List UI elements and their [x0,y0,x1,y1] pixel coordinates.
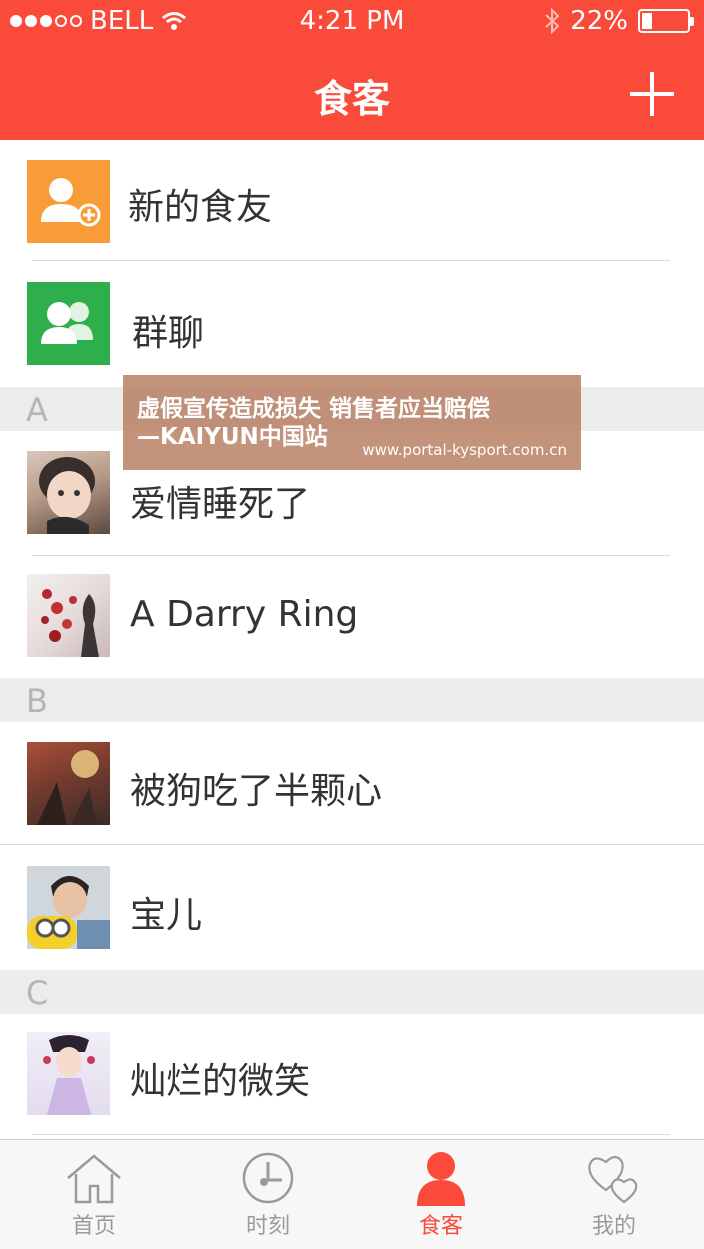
tab-label: 首页 [71,1214,116,1239]
tab-label: 食客 [418,1214,463,1239]
avatar [27,742,110,825]
group-chat-item[interactable]: 群聊 [0,266,704,387]
battery-percent: 22% [570,6,628,36]
contact-item[interactable]: 宝儿 [0,848,704,969]
watermark-banner: 虚假宣传造成损失 销售者应当赔偿 —KAIYUN中国站 www.portal-k… [123,375,581,470]
tab-bar: 首页 时刻 食客 我的 [0,1139,704,1249]
battery-icon [638,9,694,33]
tab-mine[interactable]: 我的 [526,1140,702,1249]
divider [32,1134,670,1135]
contact-name: 灿烂的微笑 [130,1061,311,1102]
watermark-line-2: —KAIYUN中国站 [137,424,328,450]
section-letter: C [26,974,49,1012]
status-right: 22% [544,6,694,36]
person-icon [417,1152,465,1206]
section-header-b: B [0,678,704,722]
home-icon [67,1154,121,1204]
section-letter: B [26,682,48,720]
contact-name: A Darry Ring [130,594,359,635]
page-title: 食客 [313,77,390,121]
hearts-icon [588,1155,638,1204]
tab-home[interactable]: 首页 [6,1140,182,1249]
group-icon [27,282,110,365]
avatar [27,866,110,949]
status-bar: BELL 4:21 PM 22% [0,0,704,44]
app-header: BELL 4:21 PM 22% 食客 [0,0,704,140]
new-friends-item[interactable]: 新的食友 [0,140,704,261]
contact-name: 被狗吃了半颗心 [130,771,383,812]
contact-item[interactable]: 被狗吃了半颗心 [0,724,704,845]
group-chat-label: 群聊 [132,313,205,354]
contact-item[interactable]: 灿烂的微笑 [0,1014,704,1135]
contact-name: 宝儿 [130,895,203,936]
tab-moments[interactable]: 时刻 [180,1140,356,1249]
avatar [27,1032,110,1115]
section-letter: A [26,391,48,429]
section-header-c: C [0,970,704,1014]
watermark-url: www.portal-kysport.com.cn [362,441,567,459]
plus-icon[interactable] [630,72,674,116]
bluetooth-icon [545,8,560,34]
tab-label: 时刻 [245,1214,290,1239]
avatar [27,451,110,534]
divider [0,844,704,845]
tab-label: 我的 [591,1214,636,1239]
new-friends-label: 新的食友 [128,187,273,228]
tab-diners[interactable]: 食客 [353,1140,529,1249]
contact-name: 爱情睡死了 [130,484,311,525]
add-user-icon [27,160,110,243]
contact-item[interactable]: A Darry Ring [0,556,704,677]
clock-icon [242,1152,294,1204]
divider [32,260,670,261]
avatar [27,574,110,657]
